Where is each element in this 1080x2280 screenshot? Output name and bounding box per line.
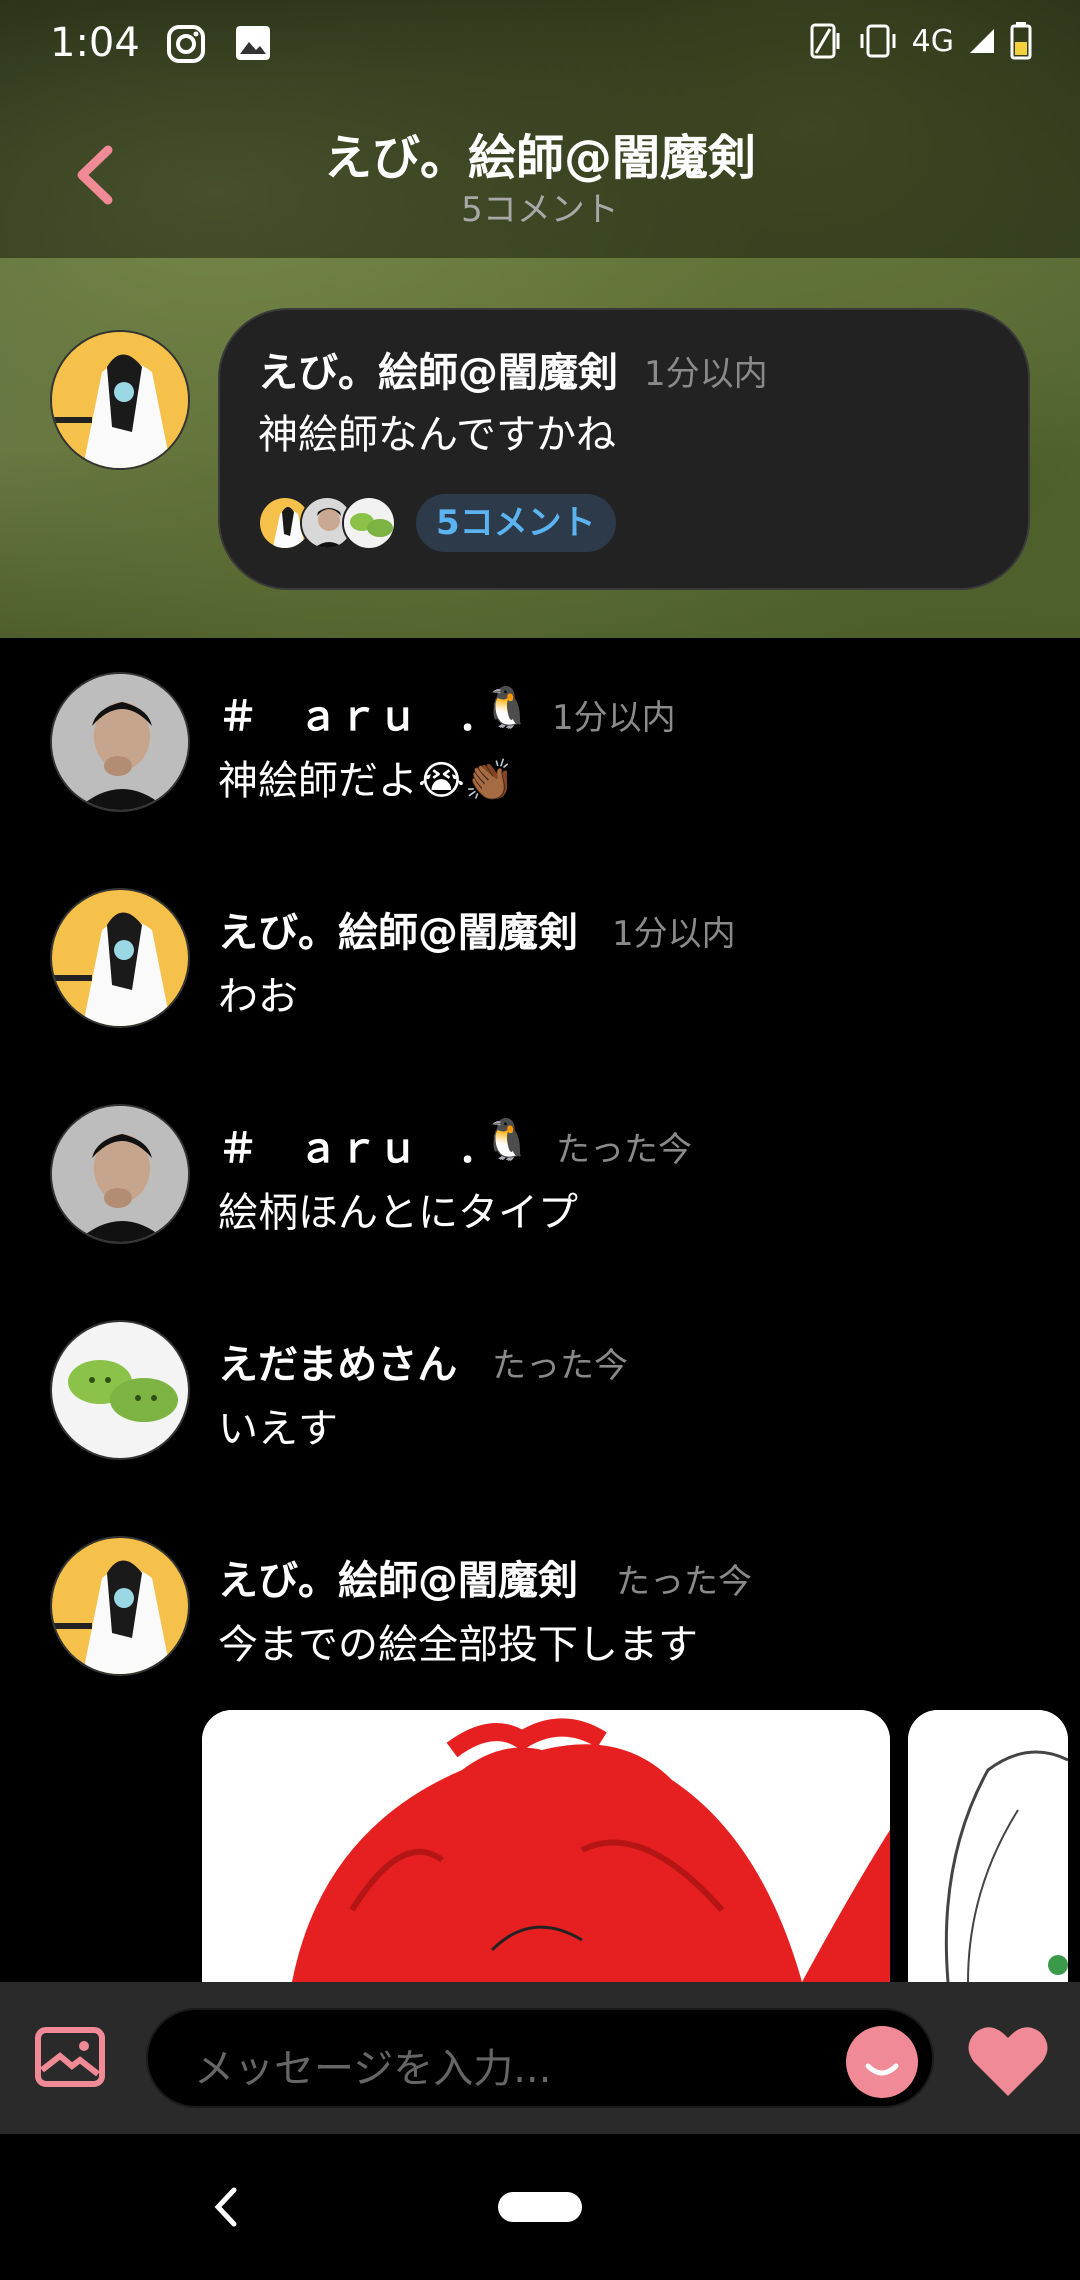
- nfc-icon: [810, 23, 840, 59]
- nav-home-pill[interactable]: [498, 2192, 582, 2222]
- reply-count-badge[interactable]: 5コメント: [416, 494, 616, 552]
- message-placeholder: メッセージを入力...: [194, 2046, 552, 2092]
- page-subtitle: 5コメント: [461, 190, 619, 230]
- comment-row[interactable]: えび。絵師@闇魔剣 1分以内わお: [0, 888, 1080, 1068]
- gallery-icon: [236, 26, 270, 60]
- comment-text: 神絵師だよ😭👏🏾: [218, 758, 515, 804]
- comment-row[interactable]: えび。絵師@闇魔剣 たった今今までの絵全部投下します: [0, 1536, 1080, 1716]
- nav-back-icon[interactable]: [210, 2184, 240, 2230]
- page-title: えび。絵師@闇魔剣: [323, 130, 756, 186]
- instagram-icon: [167, 25, 205, 63]
- emoji-icon[interactable]: [846, 2026, 918, 2098]
- comment-time: 1分以内: [552, 698, 676, 738]
- comment-text: いえす: [218, 1406, 338, 1452]
- comment-text: 絵柄ほんとにタイプ: [218, 1190, 578, 1236]
- mini-avatar: [342, 496, 396, 550]
- comment-author[interactable]: えび。絵師@闇魔剣: [258, 340, 618, 398]
- system-nav-bar: [0, 2134, 1080, 2280]
- avatar[interactable]: [50, 888, 190, 1028]
- avatar[interactable]: [50, 672, 190, 812]
- comment-author[interactable]: えび。絵師@闇魔剣: [218, 900, 578, 958]
- avatar[interactable]: [50, 1536, 190, 1676]
- post-image[interactable]: [908, 1710, 1068, 1982]
- comment-time: たった今: [616, 1562, 752, 1602]
- penguin-icon: 🐧: [482, 685, 532, 731]
- post-image[interactable]: [202, 1710, 890, 1982]
- signal-icon: [970, 29, 994, 53]
- image-attach-icon[interactable]: [34, 2026, 106, 2088]
- comment-row[interactable]: えだまめさん たった今いえす: [0, 1320, 1080, 1500]
- comment-author[interactable]: えび。絵師@闇魔剣: [218, 1548, 578, 1606]
- vibrate-icon: [860, 24, 896, 58]
- avatar[interactable]: [50, 1104, 190, 1244]
- status-time: 1:04: [50, 20, 140, 66]
- comment-time: 1分以内: [612, 914, 736, 954]
- avatar[interactable]: [50, 330, 190, 470]
- comment-text: 神絵師なんですかね: [258, 412, 616, 458]
- avatar[interactable]: [50, 1320, 190, 1460]
- comment-author[interactable]: ＃ ａｒｕ ．: [218, 684, 498, 742]
- message-input-bar: メッセージを入力...: [0, 1982, 1080, 2134]
- penguin-icon: 🐧: [482, 1117, 532, 1163]
- battery-icon: [1010, 22, 1032, 60]
- status-bar: 1:04 4G: [0, 0, 1080, 92]
- comment-time: たった今: [492, 1346, 628, 1386]
- comment-author[interactable]: えだまめさん: [218, 1332, 457, 1390]
- heart-icon[interactable]: [966, 2022, 1050, 2098]
- comment-author[interactable]: ＃ ａｒｕ ．: [218, 1116, 498, 1174]
- message-input[interactable]: メッセージを入力...: [146, 2008, 934, 2108]
- comment-text: 今までの絵全部投下します: [218, 1622, 698, 1668]
- comment-text: わお: [218, 974, 298, 1020]
- network-type: 4G: [911, 23, 954, 59]
- parent-comment-bubble[interactable]: えび。絵師@闇魔剣 1分以内 神絵師なんですかね 5コメント: [218, 308, 1030, 590]
- comment-row[interactable]: ＃ ａｒｕ ． 🐧 たった今絵柄ほんとにタイプ: [0, 1104, 1080, 1284]
- comment-row[interactable]: ＃ ａｒｕ ． 🐧 1分以内 神絵師だよ😭👏🏾: [0, 672, 1080, 852]
- comment-time: 1分以内: [644, 354, 768, 394]
- comment-time: たった今: [556, 1130, 692, 1170]
- replier-avatars: [258, 496, 398, 550]
